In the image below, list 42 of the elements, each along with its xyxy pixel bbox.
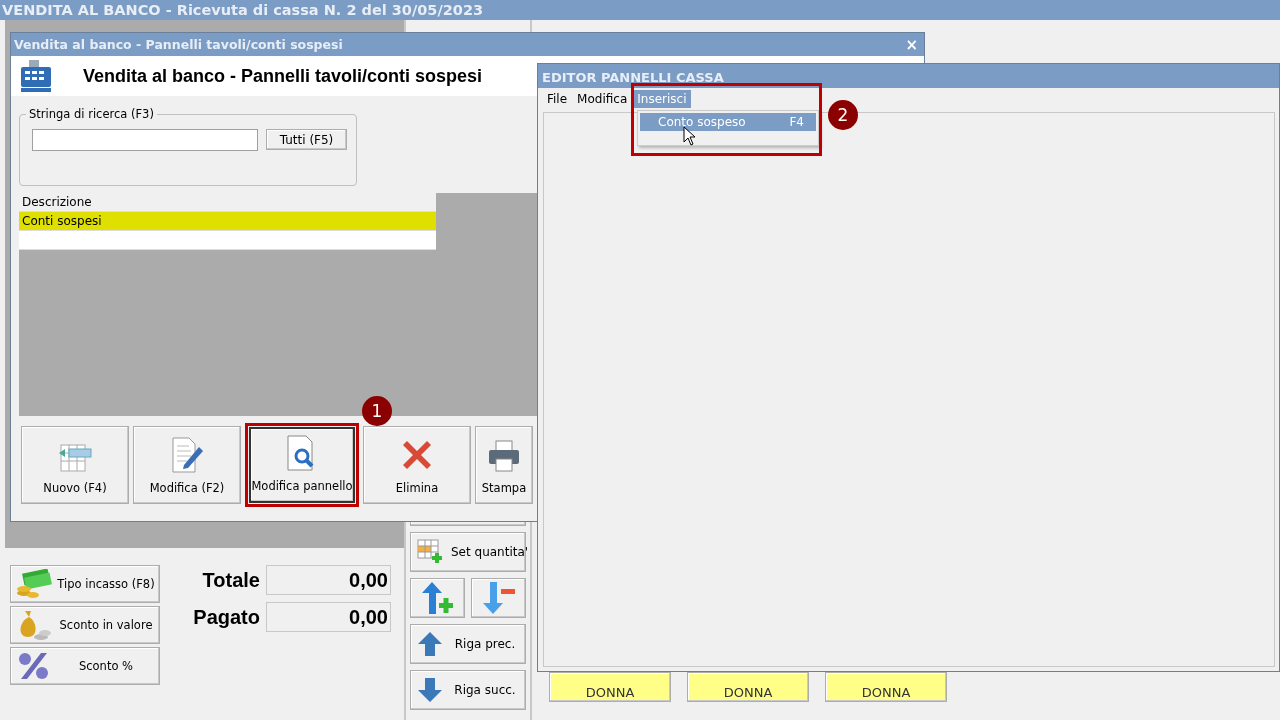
document-pencil-icon xyxy=(170,437,204,473)
table-arrow-icon xyxy=(57,441,93,473)
total-label: Totale xyxy=(201,568,260,592)
table-row[interactable]: Conti sospesi xyxy=(19,212,436,231)
row-button[interactable]: Set quantita' xyxy=(410,532,526,572)
arrow-down-minus-icon xyxy=(481,581,516,615)
menu-item[interactable]: Modifica xyxy=(572,90,633,108)
arrow-up-plus-icon xyxy=(420,581,455,615)
row-button[interactable]: Riga prec. xyxy=(410,624,526,664)
panel-button[interactable]: DONNA xyxy=(825,672,947,702)
group-label: Stringa di ricerca (F3) xyxy=(26,107,157,121)
row-button[interactable]: Riga succ. xyxy=(410,670,526,710)
window-title: Vendita al banco - Pannelli tavoli/conti sospesi xyxy=(14,37,343,52)
payment-button[interactable]: Sconto % xyxy=(10,647,160,685)
cash-icon xyxy=(15,569,53,599)
search-field[interactable] xyxy=(32,129,258,151)
dialog-heading: Vendita al banco - Pannelli tavoli/conti sospesi xyxy=(83,65,483,87)
window-title: VENDITA AL BANCO - Ricevuta di cassa N. 2 del 30/05/2023 xyxy=(0,0,1280,20)
menu-item[interactable]: File xyxy=(542,90,573,108)
toolbar-button[interactable]: Elimina xyxy=(363,426,471,504)
mouse-pointer-icon xyxy=(683,126,697,147)
row-button[interactable] xyxy=(471,578,526,618)
window-title: EDITOR PANNELLI CASSA xyxy=(538,64,1279,88)
total-label: Pagato xyxy=(192,605,260,629)
toolbar-button[interactable]: Nuovo (F4) xyxy=(21,426,129,504)
payment-button[interactable]: Tipo incasso (F8) xyxy=(10,565,160,603)
arrow-down-icon xyxy=(417,677,443,703)
column-header: Descrizione xyxy=(21,195,92,209)
grid-plus-icon xyxy=(417,539,443,565)
panel-button[interactable]: DONNA xyxy=(549,672,671,702)
total-value-field: 0,00 xyxy=(266,565,391,595)
payment-button[interactable]: Sconto in valore xyxy=(10,606,160,644)
toolbar-button[interactable]: Modifica (F2) xyxy=(133,426,241,504)
panel-button[interactable]: DONNA xyxy=(687,672,809,702)
toolbar-button[interactable]: Stampa xyxy=(475,426,533,504)
arrow-up-icon xyxy=(417,631,443,657)
row-button[interactable] xyxy=(410,578,465,618)
toolbar-button[interactable]: Modifica pannello xyxy=(249,427,355,503)
show-all-button[interactable]: Tutti (F5) xyxy=(266,129,347,150)
cash-register-icon xyxy=(19,59,53,93)
printer-icon xyxy=(487,439,521,473)
total-value-field: 0,00 xyxy=(266,602,391,632)
